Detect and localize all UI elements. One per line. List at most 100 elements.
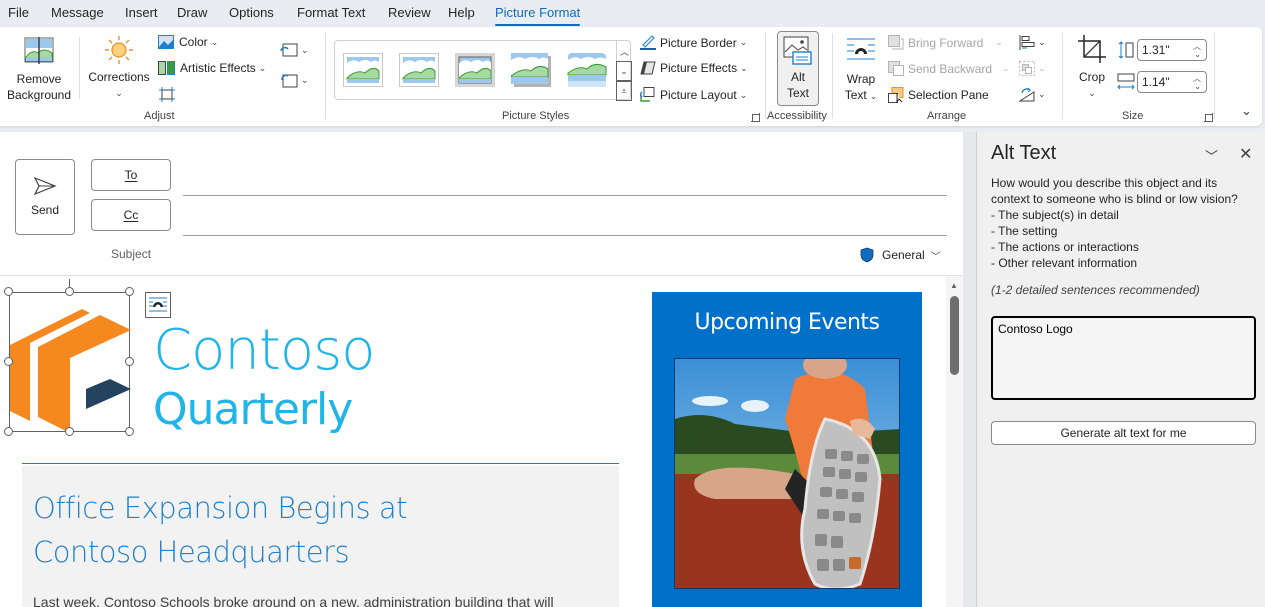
resize-handle[interactable] [65, 287, 74, 296]
compose-area: Send To Cc Subject General ﹀ Contoso Qua… [0, 132, 963, 607]
tab-insert[interactable]: Insert [125, 5, 158, 20]
corrections-button[interactable]: Corrections ⌄ [86, 35, 152, 101]
gallery-scroll-down-button[interactable]: ⌄ [616, 61, 632, 81]
article-heading: Office Expansion Begins at Contoso Headq… [33, 491, 408, 569]
picture-effects-button[interactable]: Picture Effects ⌄ [640, 61, 748, 75]
gallery-more-button[interactable]: ⩡ [616, 81, 632, 101]
align-button[interactable]: ⌄ [1019, 35, 1046, 50]
scroll-up-icon[interactable]: ▲ [950, 281, 958, 290]
tab-message[interactable]: Message [51, 5, 104, 20]
resize-handle[interactable] [125, 427, 134, 436]
resize-handle[interactable] [4, 357, 13, 366]
generate-alt-text-button[interactable]: Generate alt text for me [991, 421, 1256, 445]
newsletter-title: Contoso [153, 318, 376, 383]
newsletter-subtitle: Quarterly [153, 384, 353, 435]
accessibility-group-label: Accessibility [767, 110, 827, 122]
align-icon [1019, 35, 1035, 50]
resize-handle[interactable] [125, 287, 134, 296]
resize-handle[interactable] [4, 287, 13, 296]
sensitivity-dropdown[interactable]: General ﹀ [860, 247, 941, 263]
tab-file[interactable]: File [8, 5, 29, 20]
chevron-down-icon: ⌄ [739, 89, 748, 100]
alt-text-pane: Alt Text ﹀ ✕ How would you describe this… [977, 132, 1265, 607]
color-button[interactable]: Color ⌄ [158, 35, 218, 49]
pane-options-button[interactable]: ﹀ [1205, 146, 1218, 165]
message-body[interactable]: Contoso Quarterly Office Expansion Begin… [0, 276, 945, 607]
chevron-down-icon: ⌄ [1038, 63, 1046, 73]
cc-button[interactable]: Cc [91, 199, 171, 231]
resize-handle[interactable] [125, 357, 134, 366]
alt-text-icon [783, 36, 812, 65]
shape-width-input[interactable]: 1.14" ︿ ⌄ [1137, 71, 1207, 93]
picture-style-4[interactable] [510, 53, 551, 87]
shape-height-input[interactable]: 1.31" ︿ ⌄ [1137, 39, 1207, 61]
wrap-text-label-2: Text [844, 88, 867, 102]
resize-handle[interactable] [4, 427, 13, 436]
to-button[interactable]: To [91, 159, 171, 191]
chevron-down-icon: ⌄ [301, 75, 309, 85]
remove-background-icon [24, 37, 54, 64]
picture-style-1[interactable] [343, 53, 383, 87]
send-label: Send [30, 203, 60, 217]
wrap-text-button[interactable]: Wrap Text ⌄ [840, 35, 882, 104]
artistic-effects-button[interactable]: Artistic Effects ⌄ [158, 61, 266, 75]
change-picture-button[interactable]: ⌄ [280, 43, 309, 58]
crop-icon [1078, 35, 1106, 63]
tab-options[interactable]: Options [229, 5, 274, 20]
chevron-down-icon: ⌄ [1088, 88, 1096, 98]
arrange-group-label: Arrange [927, 110, 967, 122]
tab-help[interactable]: Help [448, 5, 475, 20]
upcoming-events-panel: Upcoming Events [652, 292, 922, 607]
picture-styles-dialog-launcher[interactable] [751, 113, 760, 122]
size-group-label: Size [1122, 110, 1144, 122]
tab-picture-format[interactable]: Picture Format [495, 5, 581, 26]
chevron-down-icon: ⌄ [869, 91, 878, 101]
artistic-effects-icon [158, 61, 175, 75]
contoso-logo-image[interactable] [4, 287, 134, 436]
bring-forward-button[interactable]: Bring Forward ⌄ [888, 35, 1003, 50]
close-icon[interactable]: ✕ [1239, 144, 1252, 164]
rotate-button[interactable]: ⌄ [1019, 87, 1046, 102]
alt-text-label-1: Alt [790, 70, 805, 84]
picture-border-icon [640, 35, 656, 50]
send-button[interactable]: Send [15, 159, 75, 235]
group-button[interactable]: ⌄ [1019, 61, 1046, 76]
chevron-down-icon: ⌄ [995, 37, 1003, 47]
send-backward-button[interactable]: Send Backward ⌄ [888, 61, 1010, 76]
picture-layout-button[interactable]: Picture Layout ⌄ [640, 87, 747, 103]
selection-pane-button[interactable]: Selection Pane [888, 87, 989, 103]
alt-text-input[interactable]: Contoso Logo [991, 316, 1256, 400]
article-block: Office Expansion Begins at Contoso Headq… [22, 466, 619, 607]
size-dialog-launcher[interactable] [1204, 113, 1213, 122]
spin-down-icon[interactable]: ⌄ [1194, 51, 1201, 59]
compress-pictures-button[interactable] [159, 87, 175, 102]
scrollbar-thumb[interactable] [950, 296, 959, 375]
tab-review[interactable]: Review [388, 5, 431, 20]
reset-picture-button[interactable]: ⌄ [280, 73, 309, 88]
remove-background-button[interactable]: Remove Background [5, 35, 73, 103]
tab-draw[interactable]: Draw [177, 5, 207, 20]
selection-pane-icon [888, 87, 904, 103]
divider [22, 463, 619, 464]
shape-height-icon [1118, 41, 1134, 59]
resize-handle[interactable] [65, 427, 74, 436]
cc-field[interactable] [183, 235, 947, 236]
tab-format-text[interactable]: Format Text [297, 5, 365, 20]
to-field[interactable] [183, 195, 947, 196]
alt-text-button[interactable]: Alt Text [777, 31, 819, 106]
runner-stretching-photo[interactable] [674, 358, 900, 589]
ribbon: Remove Background Corrections ⌄ Color ⌄ A… [0, 27, 1262, 126]
picture-border-button[interactable]: Picture Border ⌄ [640, 35, 747, 50]
picture-style-2[interactable] [399, 53, 439, 87]
vertical-scrollbar[interactable]: ▲ [946, 276, 963, 607]
gallery-scroll-up-button[interactable]: ︿ [616, 41, 632, 61]
collapse-ribbon-button[interactable]: ⌄ [1241, 103, 1252, 119]
adjust-group-label: Adjust [144, 110, 175, 122]
picture-style-3[interactable] [455, 53, 495, 87]
spin-down-icon[interactable]: ⌄ [1194, 83, 1201, 91]
pane-splitter[interactable] [963, 132, 977, 607]
wrap-text-icon [847, 38, 875, 60]
layout-options-button[interactable] [145, 292, 171, 318]
picture-style-5[interactable] [567, 53, 607, 87]
crop-button[interactable]: Crop ⌄ [1070, 35, 1114, 101]
